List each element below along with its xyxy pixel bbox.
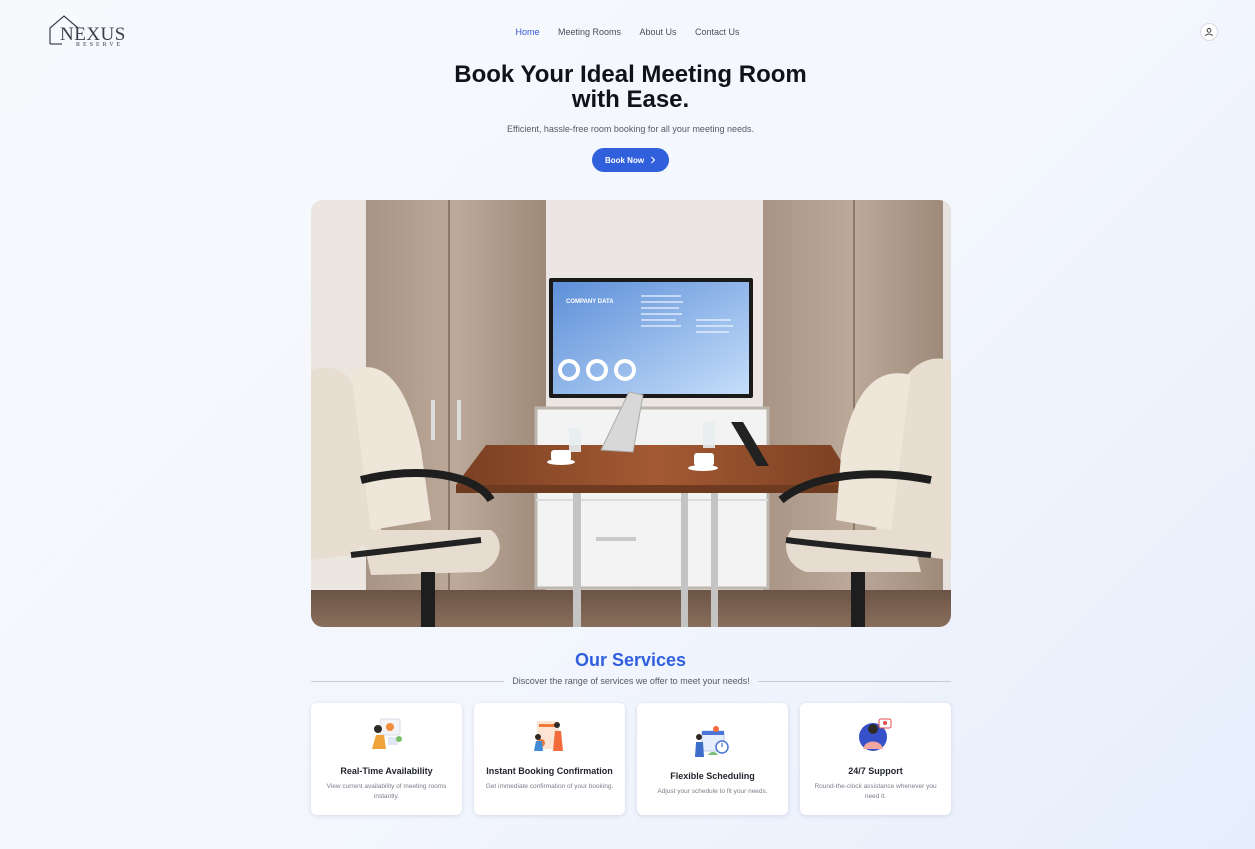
service-card-scheduling[interactable]: Flexible Scheduling Adjust your schedule…: [637, 703, 788, 815]
hero-title-line-2: with Ease.: [571, 86, 690, 113]
service-card-availability[interactable]: Real-Time Availability View current avai…: [311, 703, 462, 815]
hero-meeting-room-image: COMPANY DATA: [311, 200, 951, 627]
chevron-right-icon: [651, 156, 656, 164]
support-illustration-icon: [859, 718, 892, 751]
user-account-button[interactable]: [1201, 24, 1217, 40]
nav-about-us[interactable]: About Us: [639, 27, 676, 37]
user-icon: [1205, 28, 1213, 37]
service-desc: Round-the-clock assistance whenever you …: [814, 783, 937, 800]
booking-illustration-icon: [534, 721, 563, 751]
service-title: Flexible Scheduling: [670, 771, 755, 781]
book-now-button[interactable]: Book Now: [592, 148, 669, 172]
service-title: 24/7 Support: [848, 766, 903, 776]
book-now-label: Book Now: [604, 155, 645, 165]
service-card-support[interactable]: 24/7 Support Round-the-clock assistance …: [800, 703, 951, 815]
service-title: Instant Booking Confirmation: [486, 766, 613, 776]
screen-company-data-text: COMPANY DATA: [566, 299, 614, 305]
scheduling-illustration-icon: [695, 726, 729, 757]
nav-contact-us[interactable]: Contact Us: [695, 27, 740, 37]
services-title: Our Services: [574, 650, 687, 670]
hero-title-line-1: Book Your Ideal Meeting Room: [454, 61, 807, 88]
nav-meeting-rooms[interactable]: Meeting Rooms: [558, 27, 621, 37]
services-subtitle-row: Discover the range of services we offer …: [311, 675, 952, 687]
main-nav: Home Meeting Rooms About Us Contact Us: [0, 22, 1255, 40]
service-desc: Adjust your schedule to fit your needs.: [657, 788, 768, 795]
service-desc: View current availability of meeting roo…: [326, 783, 447, 800]
hero-subtitle: Efficient, hassle-free room booking for …: [507, 124, 754, 134]
nav-home[interactable]: Home: [516, 27, 540, 37]
divider-right: [757, 680, 952, 682]
availability-illustration-icon: [372, 718, 402, 749]
service-card-booking[interactable]: Instant Booking Confirmation Get immedia…: [474, 703, 625, 815]
service-title: Real-Time Availability: [340, 766, 433, 776]
divider-left: [311, 680, 505, 682]
service-desc: Get immediate confirmation of your booki…: [485, 783, 614, 790]
hero-title: Book Your Ideal Meeting Room with Ease.: [0, 62, 1255, 112]
logo-subtitle: RESERVE: [76, 42, 124, 48]
services-subtitle: Discover the range of services we offer …: [512, 676, 750, 686]
